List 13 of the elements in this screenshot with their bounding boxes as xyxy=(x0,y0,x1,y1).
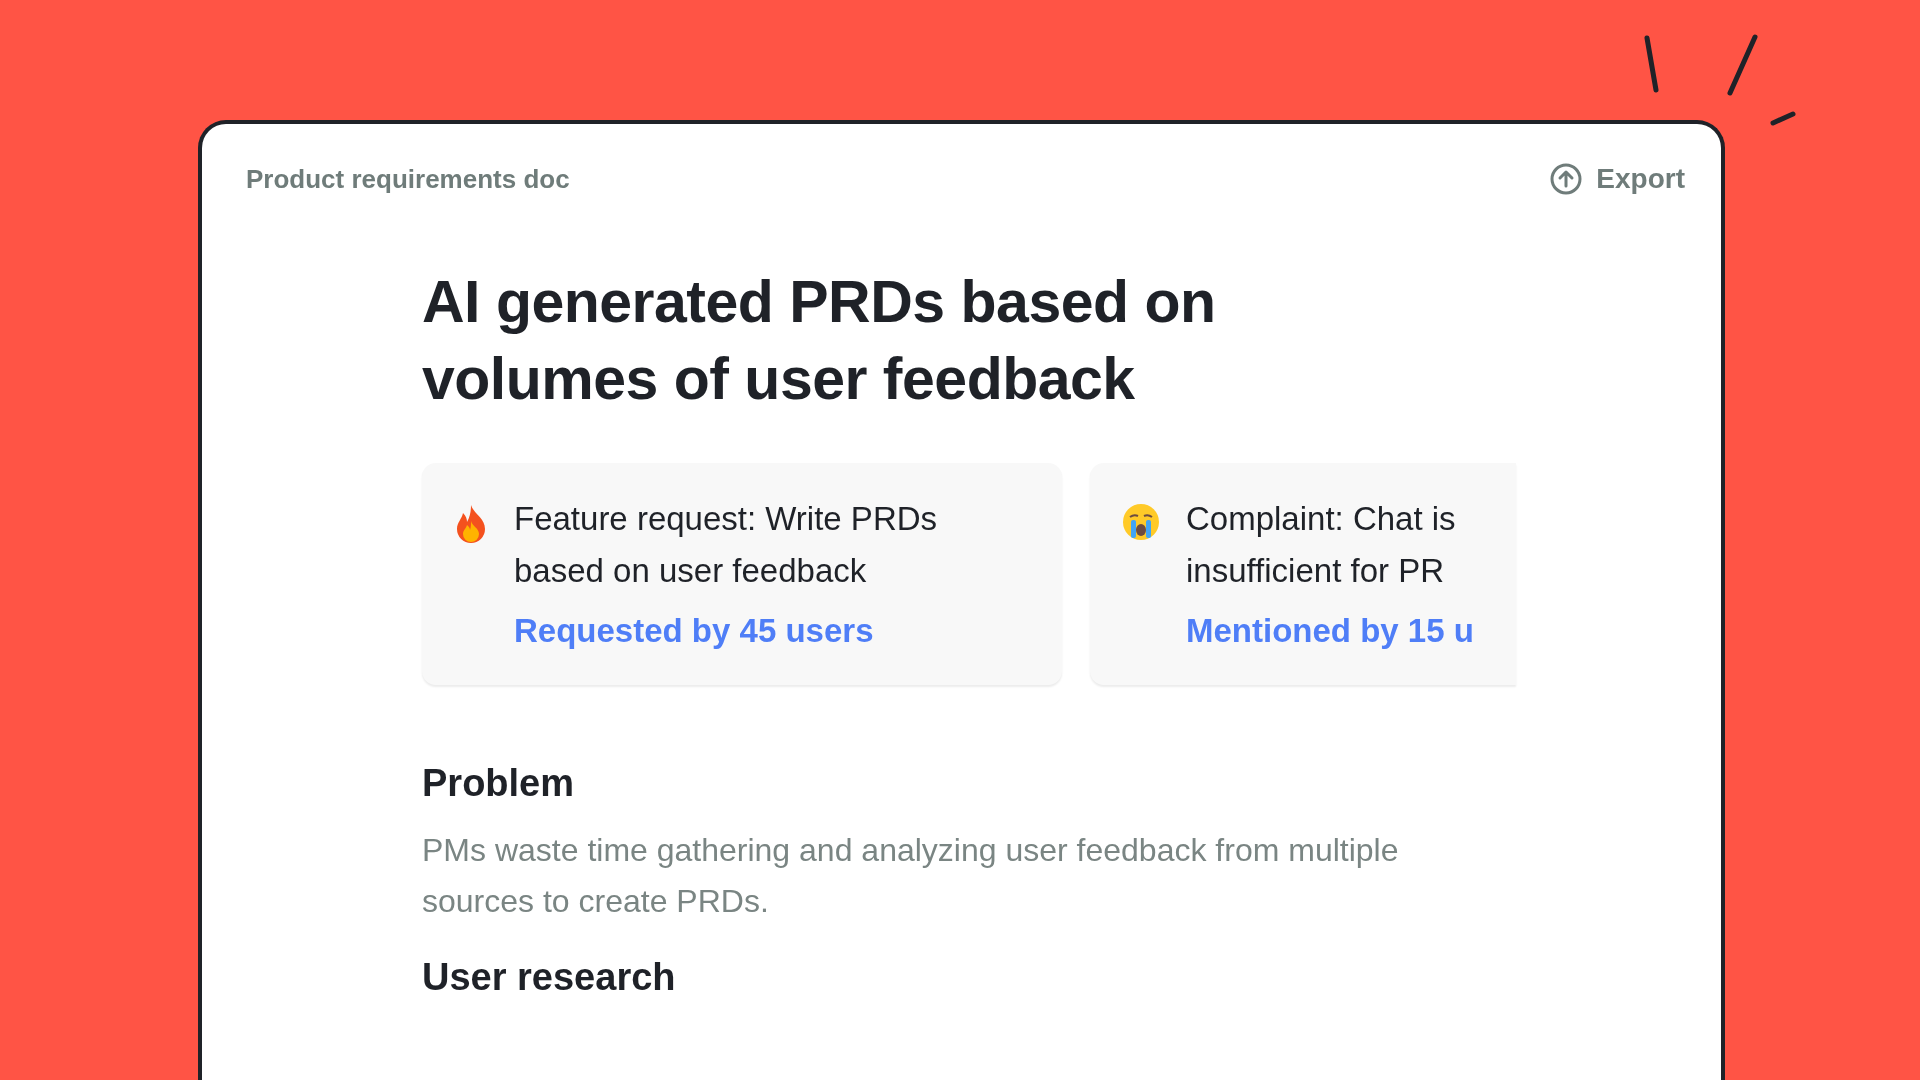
window-title: Product requirements doc xyxy=(246,162,570,196)
document-heading: AI generated PRDs based on volumes of user feedback xyxy=(422,268,1217,414)
export-button[interactable]: Export xyxy=(1550,158,1685,200)
section-text: PMs waste time gathering and analyzing user feedback from multiple sources to create PRDs. xyxy=(422,830,1400,921)
crying-face-icon xyxy=(1122,503,1160,542)
feedback-title: Complaint: Chat is insufficient for PR xyxy=(1186,499,1457,591)
section-heading: Problem xyxy=(422,761,576,807)
user-count-link[interactable]: Mentioned by 15 u xyxy=(1186,605,1474,656)
feedback-title: Feature request: Write PRDs based on user feedback xyxy=(514,499,939,591)
flame-icon xyxy=(454,503,488,544)
upload-icon xyxy=(1550,163,1583,195)
section-heading: User research xyxy=(422,955,677,1001)
user-count-link[interactable]: Requested by 45 users xyxy=(514,605,874,656)
